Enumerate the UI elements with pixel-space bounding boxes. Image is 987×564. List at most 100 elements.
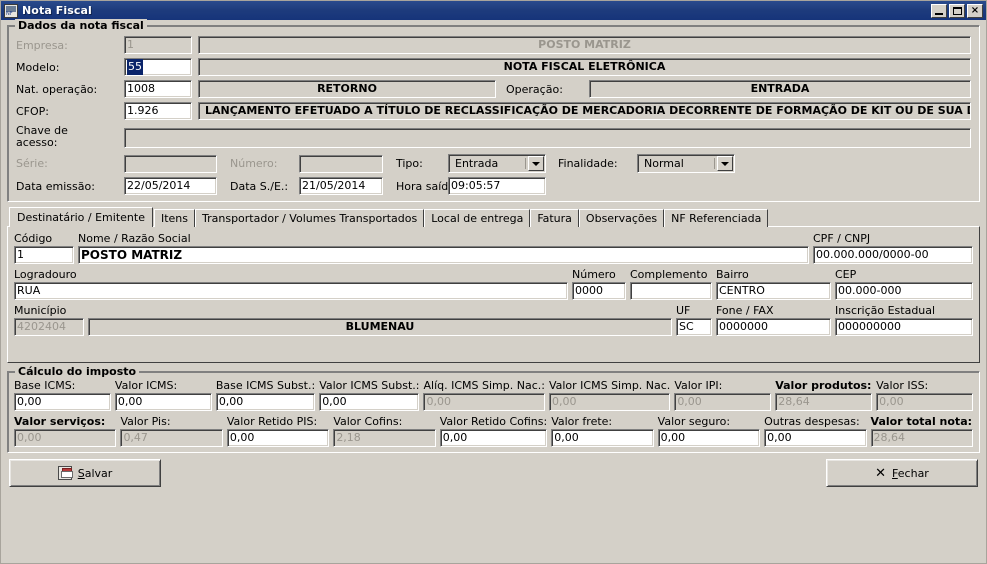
uf-label: UF: [676, 304, 691, 317]
inscricao-estadual-label: Inscrição Estadual: [835, 304, 936, 317]
tax-field-label: Valor Retido PIS:: [226, 415, 318, 428]
endereco-row: Logradouro RUA Número 0000 Complemento B…: [14, 268, 973, 300]
tax-field-input: 0,47: [120, 429, 223, 447]
nat-operacao-label: Nat. operação:: [16, 82, 98, 96]
finalidade-combo-separator: [714, 158, 715, 169]
municipio-label: Município: [14, 304, 67, 317]
cep-input[interactable]: 00.000-000: [835, 282, 973, 300]
bairro-label: Bairro: [716, 268, 749, 281]
tax-field-input[interactable]: 0,00: [657, 429, 761, 447]
complemento-input[interactable]: [630, 282, 712, 300]
tab-fatura[interactable]: Fatura: [530, 209, 579, 227]
chevron-down-icon[interactable]: [528, 156, 544, 171]
tax-field-label: Valor ICMS Subst.:: [319, 379, 420, 392]
tax-field-input[interactable]: 0,00: [551, 429, 654, 447]
data-se-label: Data S./E.:: [230, 179, 289, 193]
modelo-code-input[interactable]: 55: [124, 58, 192, 76]
cfop-code-input[interactable]: 1.926: [124, 102, 192, 120]
hora-saida-input[interactable]: 09:05:57: [448, 177, 546, 195]
tax-field-input[interactable]: 0,00: [226, 429, 330, 447]
tax-field-input[interactable]: 0,00: [114, 393, 212, 411]
tab-transportador-volumes[interactable]: Transportador / Volumes Transportados: [195, 209, 425, 227]
tax-field-label: Valor frete:: [551, 415, 613, 428]
tax-field-input[interactable]: 0,00: [14, 393, 111, 411]
tax-field-block: Valor Retido Cofins: 0,00: [439, 415, 548, 447]
empresa-name-field: POSTO MATRIZ: [198, 36, 971, 54]
tab-local-de-entrega[interactable]: Local de entrega: [424, 209, 531, 227]
tax-field-block: Valor produtos: 28,64: [775, 379, 873, 411]
tab-observacoes[interactable]: Observações: [578, 209, 665, 227]
tax-field-input[interactable]: 0,00: [439, 429, 548, 447]
tax-field-block: Valor Cofins: 2,18: [333, 415, 436, 447]
tax-field-input[interactable]: 0,00: [215, 393, 316, 411]
dados-nota-fiscal-legend: Dados da nota fiscal: [15, 19, 147, 32]
tax-field-block: Valor ICMS Subst.: 0,00: [319, 379, 420, 411]
window-client-area: Dados da nota fiscal Empresa: 1 POSTO MA…: [1, 19, 986, 563]
tab-nf-referenciada[interactable]: NF Referenciada: [664, 209, 769, 227]
tax-field-label: Valor ICMS Simp. Nac.: [548, 379, 671, 392]
numero-endereco-label: Número: [572, 268, 616, 281]
maximize-button[interactable]: [949, 3, 965, 18]
x-icon: ✕: [875, 465, 887, 481]
tax-field-label: Valor IPI:: [674, 379, 723, 392]
tax-field-input: 28,64: [870, 429, 973, 447]
inscricao-estadual-input[interactable]: 000000000: [835, 318, 973, 336]
inscricao-estadual-field-block: Inscrição Estadual 000000000: [835, 304, 973, 336]
nome-label: Nome / Razão Social: [78, 232, 191, 245]
cpf-cnpj-input[interactable]: 00.000.000/0000-00: [813, 246, 973, 264]
nome-input[interactable]: POSTO MATRIZ: [78, 246, 809, 264]
municipio-inputs: 4202404 BLUMENAU: [14, 318, 672, 336]
cfop-description-field: LANÇAMENTO EFETUADO A TÍTULO DE RECLASSI…: [198, 102, 971, 120]
serie-label: Série:: [16, 157, 48, 170]
modelo-label: Modelo:: [16, 60, 60, 74]
minimize-button[interactable]: [931, 3, 947, 18]
tax-field-label: Valor serviços:: [14, 415, 106, 428]
finalidade-value: Normal: [644, 157, 684, 170]
empresa-code-field: 1: [124, 36, 192, 54]
modelo-code-value: 55: [127, 59, 143, 75]
tax-field-input: 0,00: [876, 393, 974, 411]
municipio-row: Município 4202404 BLUMENAU UF SC Fone / …: [14, 304, 973, 336]
nat-operacao-code-input[interactable]: 1008: [124, 80, 192, 98]
chevron-down-icon[interactable]: [717, 156, 733, 171]
tax-field-label: Base ICMS:: [14, 379, 76, 392]
fone-fax-input[interactable]: 0000000: [716, 318, 831, 336]
tax-field-input: 0,00: [14, 429, 117, 447]
close-icon[interactable]: ×: [967, 3, 983, 18]
save-button[interactable]: Salvar: [9, 459, 161, 487]
numero-endereco-input[interactable]: 0000: [572, 282, 626, 300]
uf-field-block: UF SC: [676, 304, 712, 336]
close-button[interactable]: ✕ Fechar: [826, 459, 978, 487]
operacao-value-field: ENTRADA: [589, 80, 971, 98]
title-bar[interactable]: Nota Fiscal ×: [1, 1, 986, 20]
tab-itens[interactable]: Itens: [153, 209, 195, 227]
tax-field-label: Valor ISS:: [876, 379, 929, 392]
tax-field-input[interactable]: 0,00: [319, 393, 420, 411]
serie-numero-row: Série: Número: Tipo: Entrada Finalidade:…: [16, 154, 971, 173]
data-emissao-input[interactable]: 22/05/2014: [124, 177, 217, 195]
floppy-disk-icon: [57, 466, 73, 480]
tax-field-label: Alíq. ICMS Simp. Nac.:: [423, 379, 545, 392]
codigo-input[interactable]: 1: [14, 246, 74, 264]
finalidade-select[interactable]: Normal: [637, 154, 735, 173]
codigo-nome-cnpj-row: Código 1 Nome / Razão Social POSTO MATRI…: [14, 232, 973, 264]
tipo-label: Tipo:: [396, 157, 423, 170]
tipo-select[interactable]: Entrada: [448, 154, 546, 173]
tax-field-input[interactable]: 0,00: [764, 429, 867, 447]
nat-operacao-row: Nat. operação: 1008 RETORNO Operação: EN…: [16, 80, 971, 98]
cpf-cnpj-label: CPF / CNPJ: [813, 232, 871, 245]
tab-destinatario-emitente[interactable]: Destinatário / Emitente: [9, 207, 153, 227]
logradouro-input[interactable]: RUA: [14, 282, 568, 300]
uf-input[interactable]: SC: [676, 318, 712, 336]
finalidade-label: Finalidade:: [558, 157, 618, 170]
data-se-input[interactable]: 21/05/2014: [299, 177, 383, 195]
dados-nota-fiscal-group: Dados da nota fiscal Empresa: 1 POSTO MA…: [7, 19, 980, 202]
label-rest: alvar: [84, 466, 113, 480]
chave-acesso-label: Chave de acesso:: [16, 124, 124, 149]
bairro-input[interactable]: CENTRO: [716, 282, 831, 300]
nota-fiscal-window: Nota Fiscal × Dados da nota fiscal Empre…: [0, 0, 987, 564]
municipio-field-block: Município 4202404 BLUMENAU: [14, 304, 672, 336]
label-rest: echar: [897, 466, 929, 480]
codigo-label: Código: [14, 232, 53, 245]
chave-acesso-input[interactable]: [124, 128, 971, 148]
